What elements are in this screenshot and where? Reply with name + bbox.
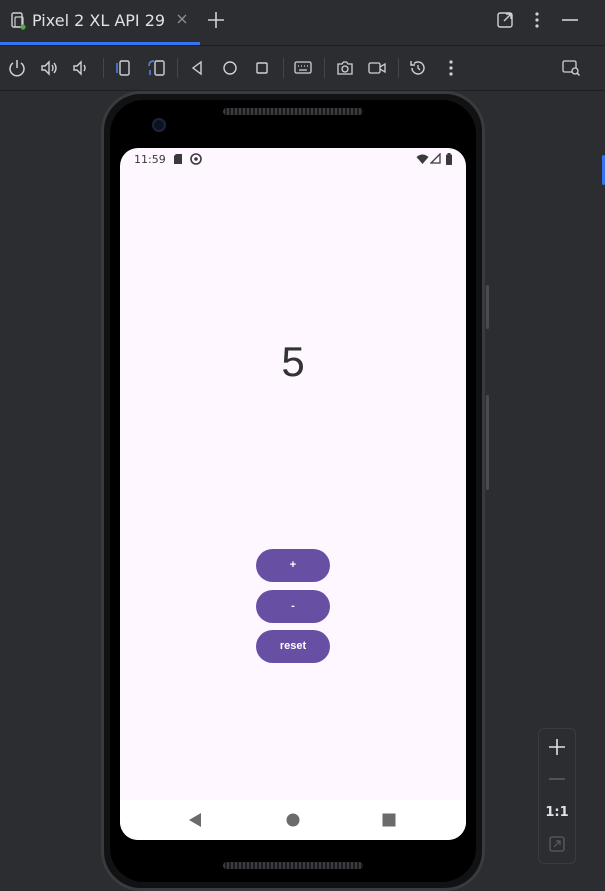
toolbar-separator xyxy=(103,58,104,78)
more-icon[interactable] xyxy=(441,58,461,78)
tab-bar: Pixel 2 XL API 29 xyxy=(0,0,605,45)
back-icon[interactable] xyxy=(187,58,207,78)
zoom-out-icon[interactable] xyxy=(547,769,567,789)
toolbar-separator xyxy=(283,58,284,78)
increment-button[interactable]: + xyxy=(256,549,330,582)
zoom-actual-size-button[interactable]: 1:1 xyxy=(539,805,575,820)
nav-back-icon[interactable] xyxy=(188,812,202,828)
nav-overview-icon[interactable] xyxy=(382,813,396,827)
add-tab-icon[interactable] xyxy=(206,10,226,30)
zoom-controls: 1:1 xyxy=(538,728,576,864)
sd-card-icon xyxy=(174,154,182,164)
toolbar-separator xyxy=(398,58,399,78)
signal-icon xyxy=(430,153,441,164)
sync-icon xyxy=(190,153,202,165)
emulator-toolbar xyxy=(0,46,605,91)
minimize-icon[interactable] xyxy=(560,10,580,30)
battery-icon xyxy=(446,153,452,165)
record-icon[interactable] xyxy=(367,58,387,78)
reset-button[interactable]: reset xyxy=(256,630,330,663)
zoom-in-icon[interactable] xyxy=(547,737,567,757)
volume-up-icon[interactable] xyxy=(39,58,59,78)
volume-side-button[interactable] xyxy=(486,285,489,329)
camera-icon[interactable] xyxy=(335,58,355,78)
toolbar-separator xyxy=(324,58,325,78)
device-icon xyxy=(11,12,26,30)
android-nav-bar xyxy=(120,800,466,840)
close-icon[interactable] xyxy=(175,12,189,26)
home-icon[interactable] xyxy=(220,58,240,78)
fit-screen-icon[interactable] xyxy=(548,835,566,853)
open-external-icon[interactable] xyxy=(495,10,515,30)
status-bar: 11:59 xyxy=(120,148,466,172)
keyboard-icon[interactable] xyxy=(293,58,313,78)
screen-search-icon[interactable] xyxy=(561,58,581,78)
decrement-button[interactable]: - xyxy=(256,590,330,623)
tab-title: Pixel 2 XL API 29 xyxy=(32,11,166,30)
wifi-icon xyxy=(416,154,429,164)
volume-down-icon[interactable] xyxy=(70,58,90,78)
overview-icon[interactable] xyxy=(252,58,272,78)
more-options-icon[interactable] xyxy=(527,10,547,30)
rotate-right-icon[interactable] xyxy=(146,58,166,78)
reset-icon[interactable] xyxy=(408,58,428,78)
toolbar-separator xyxy=(177,58,178,78)
rotate-left-icon[interactable] xyxy=(113,58,133,78)
front-camera xyxy=(152,118,166,132)
counter-value: 5 xyxy=(281,338,305,385)
power-side-button[interactable] xyxy=(486,395,489,490)
bottom-speaker-grille xyxy=(223,862,363,869)
tab-device[interactable]: Pixel 2 XL API 29 xyxy=(0,0,200,45)
status-time: 11:59 xyxy=(134,153,166,166)
nav-home-icon[interactable] xyxy=(286,813,300,827)
device-screen[interactable]: 11:59 5 + - reset xyxy=(120,148,466,840)
top-speaker-grille xyxy=(223,108,363,115)
power-icon[interactable] xyxy=(7,58,27,78)
